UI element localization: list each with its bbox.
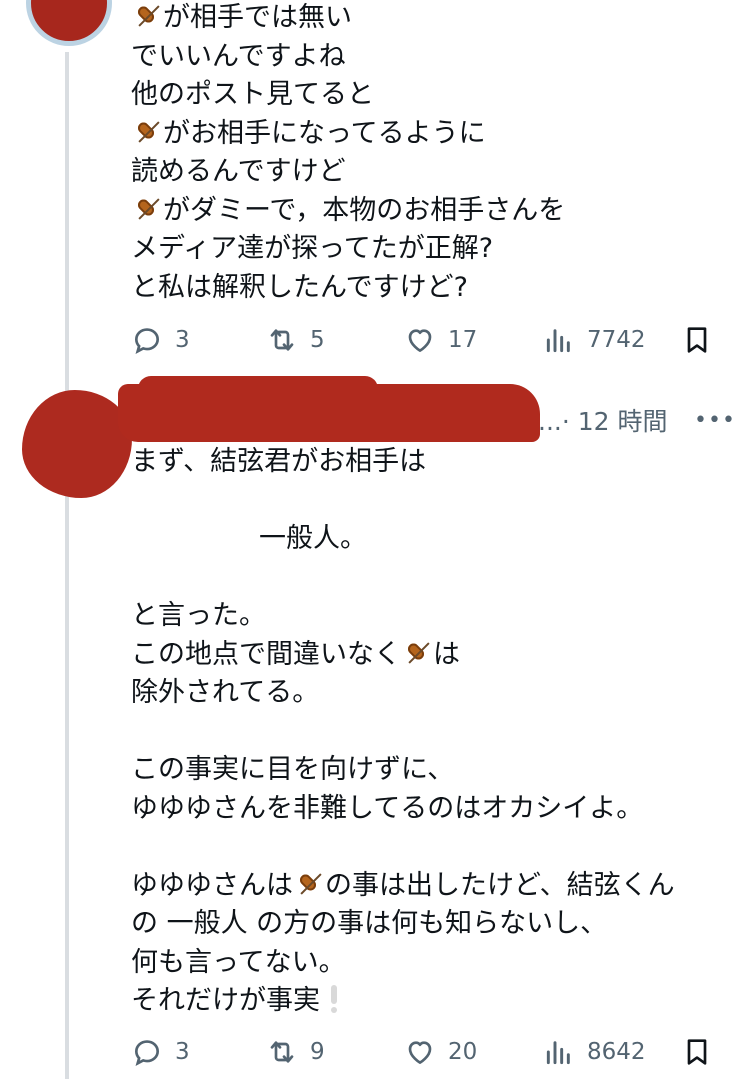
action-bar: 3 9 20 8642 (131, 1032, 716, 1072)
repost-icon (270, 329, 294, 351)
violin-icon (401, 637, 433, 669)
bookmark-icon (687, 1039, 707, 1065)
bookmark-button[interactable] (681, 1032, 713, 1072)
avatar[interactable] (26, 0, 112, 46)
repost-count: 9 (310, 1039, 325, 1065)
views-count: 7742 (587, 327, 646, 353)
like-count: 17 (448, 327, 478, 353)
repost-icon (270, 1041, 294, 1063)
views-button[interactable]: 8642 (543, 1032, 646, 1072)
bookmark-button[interactable] (681, 320, 713, 360)
like-count: 20 (448, 1039, 478, 1065)
reply-button[interactable]: 3 (131, 320, 190, 360)
post-text: まず、結弦君がお相手は 一般人。 と言った。 この地点で間違いなくは 除外されて… (131, 446, 675, 1016)
violin-icon (131, 0, 163, 32)
reply-button[interactable]: 3 (131, 1032, 190, 1072)
exclamation-icon (330, 985, 338, 1013)
thread-line (65, 52, 69, 1079)
heart-icon (408, 1041, 432, 1064)
action-bar: 3 5 17 7742 (131, 320, 716, 360)
post-timestamp[interactable]: ...· 12 時間 (538, 402, 668, 438)
avatar[interactable] (22, 390, 132, 498)
violin-icon (293, 868, 325, 900)
views-count: 8642 (587, 1039, 646, 1065)
views-icon (546, 329, 570, 353)
reply-count: 3 (175, 1039, 190, 1065)
views-icon (546, 1041, 570, 1065)
like-button[interactable]: 17 (404, 320, 477, 360)
like-button[interactable]: 20 (404, 1032, 477, 1072)
views-button[interactable]: 7742 (543, 320, 646, 360)
repost-button[interactable]: 5 (266, 320, 325, 360)
reply-count: 3 (175, 327, 190, 353)
repost-button[interactable]: 9 (266, 1032, 325, 1072)
post-text: が相手では無い でいいんですよね 他のポスト見てると がお相手になってるように … (131, 0, 566, 303)
violin-icon (131, 193, 163, 225)
repost-count: 5 (310, 327, 325, 353)
heart-icon (408, 329, 432, 352)
redacted-display-name[interactable] (118, 384, 540, 442)
violin-icon (131, 116, 163, 148)
reply-icon (134, 328, 160, 354)
reply-icon (134, 1040, 160, 1066)
bookmark-icon (687, 327, 707, 353)
more-options-button[interactable]: ••• (694, 408, 736, 433)
